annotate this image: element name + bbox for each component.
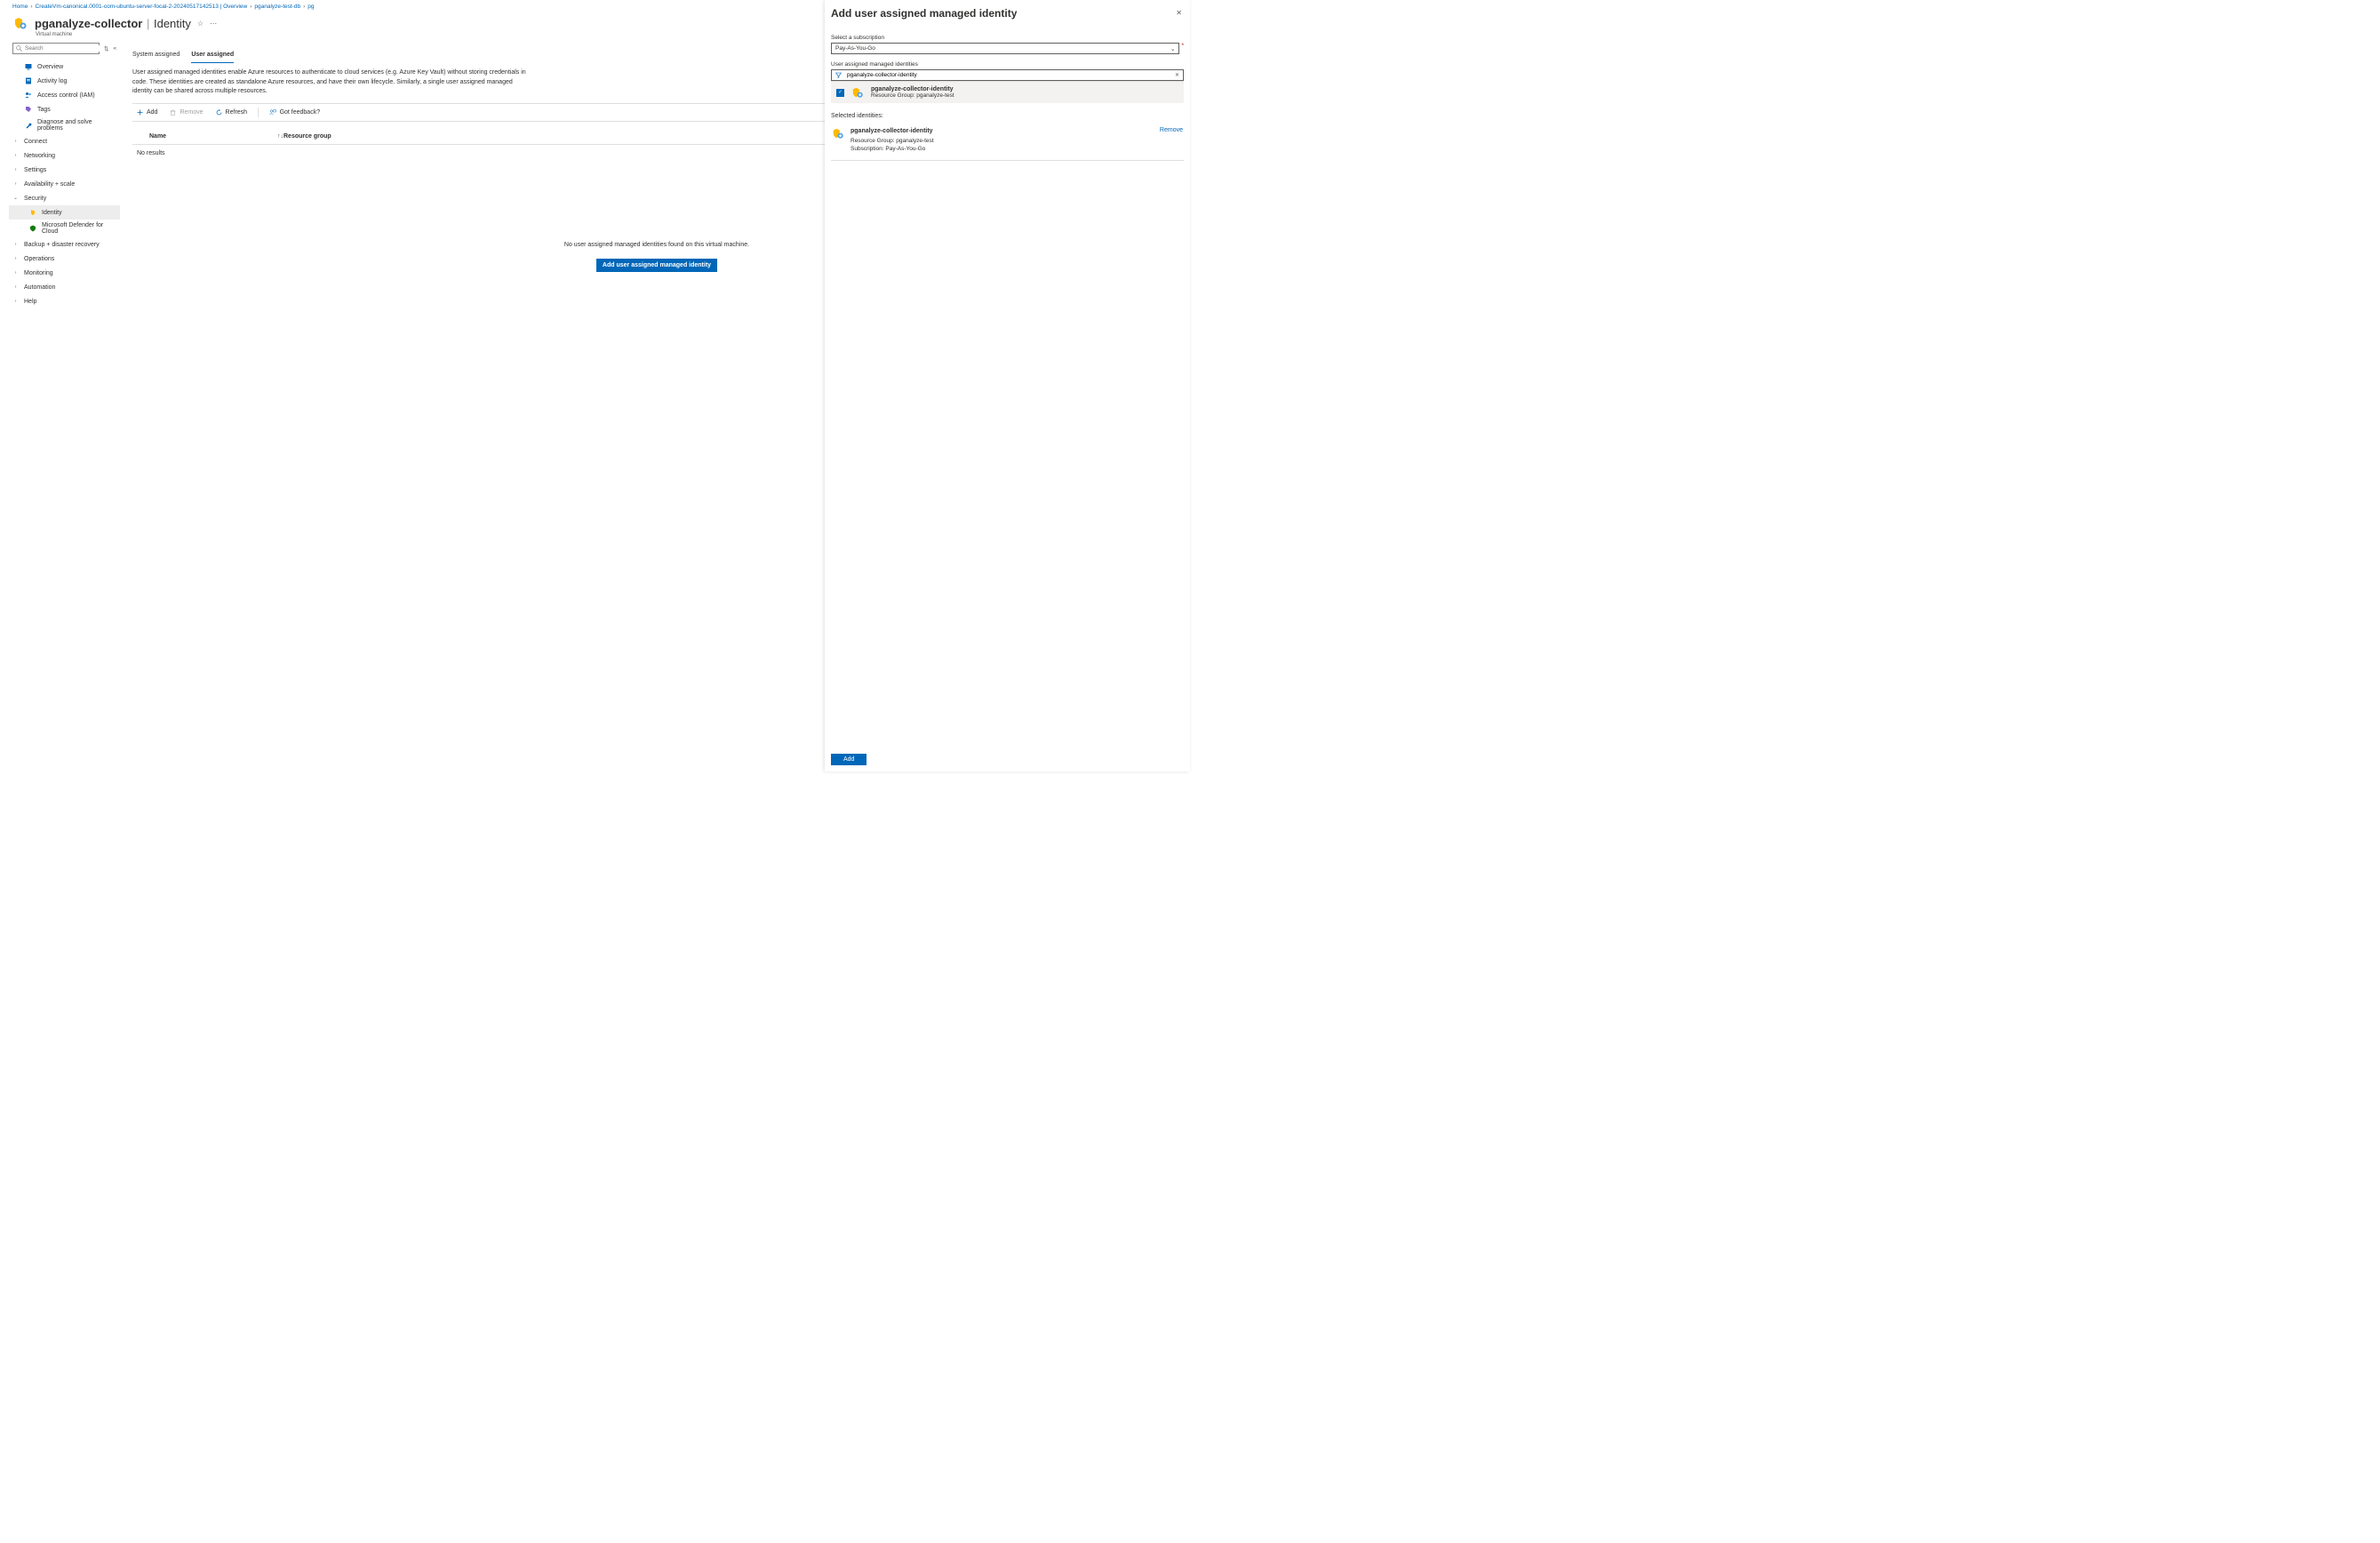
- chevron-right-icon: ›: [12, 167, 19, 172]
- result-name: pganalyze-collector-identity: [871, 86, 954, 92]
- required-indicator: *: [1181, 43, 1184, 49]
- sidebar-item-operations[interactable]: ›Operations: [9, 252, 120, 266]
- sidebar-item-defender[interactable]: Microsoft Defender for Cloud: [9, 220, 120, 237]
- identity-filter-input[interactable]: [847, 72, 1170, 78]
- sidebar-item-tags[interactable]: Tags: [9, 102, 120, 116]
- toolbar-feedback-button[interactable]: Got feedback?: [265, 108, 325, 117]
- sidebar-nav: Overview Activity log Access control (IA…: [9, 60, 120, 308]
- breadcrumb-createvm[interactable]: CreateVm-canonical.0001-com-ubuntu-serve…: [36, 4, 248, 10]
- toolbar-remove-button: Remove: [165, 108, 207, 117]
- plus-icon: [137, 109, 143, 116]
- identity-result-row[interactable]: ✓ pganalyze-collector-identity Resource …: [831, 81, 1184, 103]
- refresh-icon: [216, 109, 222, 116]
- feedback-icon: [269, 109, 276, 116]
- toolbar-separator: [258, 108, 259, 117]
- search-icon: [16, 45, 22, 52]
- chevron-right-icon: ›: [303, 4, 305, 10]
- chevron-right-icon: ›: [30, 4, 32, 10]
- sidebar-item-diagnose[interactable]: Diagnose and solve problems: [9, 116, 120, 134]
- sidebar-item-overview[interactable]: Overview: [9, 60, 120, 74]
- wrench-icon: [24, 122, 32, 129]
- panel-title: Add user assigned managed identity: [831, 7, 1017, 20]
- selected-identity-row: pganalyze-collector-identity Resource Gr…: [831, 124, 1184, 161]
- selected-resource-group: Resource Group: pganalyze-test: [851, 137, 1154, 146]
- chevron-right-icon: ›: [12, 181, 19, 187]
- tag-icon: [24, 106, 32, 113]
- subscription-label: Select a subscription: [831, 35, 1184, 41]
- uami-label: User assigned managed identities: [831, 61, 1184, 68]
- selected-name: pganalyze-collector-identity: [851, 127, 1154, 137]
- breadcrumb-db[interactable]: pganalyze-test-db: [254, 4, 300, 10]
- log-icon: [24, 77, 32, 84]
- people-icon: [24, 92, 32, 99]
- clear-icon[interactable]: ✕: [1175, 72, 1179, 78]
- sidebar-item-automation[interactable]: ›Automation: [9, 280, 120, 294]
- shield-icon: [28, 225, 36, 232]
- more-icon[interactable]: ⋯: [210, 20, 217, 28]
- identity-icon: [851, 86, 864, 99]
- sidebar-item-monitoring[interactable]: ›Monitoring: [9, 266, 120, 280]
- sidebar-item-backup[interactable]: ›Backup + disaster recovery: [9, 237, 120, 252]
- chevron-right-icon: ›: [12, 284, 19, 290]
- sidebar-item-help[interactable]: ›Help: [9, 294, 120, 308]
- tab-system-assigned[interactable]: System assigned: [132, 47, 180, 63]
- sort-icon[interactable]: ↑↓: [277, 133, 284, 140]
- chevron-right-icon: ›: [12, 242, 19, 247]
- close-icon[interactable]: ✕: [1174, 7, 1184, 19]
- table-col-name[interactable]: Name ↑↓: [132, 133, 284, 140]
- sidebar-item-availability[interactable]: ›Availability + scale: [9, 177, 120, 191]
- sidebar-item-identity[interactable]: Identity: [9, 205, 120, 220]
- star-icon[interactable]: ☆: [197, 20, 204, 28]
- collapse-icon[interactable]: «: [113, 45, 116, 52]
- toolbar-add-button[interactable]: Add: [132, 108, 162, 117]
- sidebar-item-security[interactable]: ⌄Security: [9, 191, 120, 205]
- chevron-right-icon: ›: [250, 4, 252, 10]
- add-identity-panel: Add user assigned managed identity ✕ Sel…: [825, 0, 1190, 772]
- chevron-down-icon: ⌄: [12, 196, 19, 201]
- result-resource-group: Resource Group: pganalyze-test: [871, 92, 954, 99]
- toolbar-refresh-button[interactable]: Refresh: [212, 108, 252, 117]
- breadcrumb-truncated: pg: [307, 4, 314, 10]
- tab-user-assigned[interactable]: User assigned: [191, 47, 234, 63]
- chevron-right-icon: ›: [12, 270, 19, 276]
- filter-icon: [835, 72, 842, 78]
- checkbox-checked-icon[interactable]: ✓: [836, 89, 844, 97]
- chevron-right-icon: ›: [12, 299, 19, 304]
- subscription-select[interactable]: Pay-As-You-Go ⌄: [831, 43, 1179, 54]
- sidebar-item-connect[interactable]: ›Connect: [9, 134, 120, 148]
- identity-icon: [832, 127, 844, 140]
- sidebar: ⇅ « Overview Activity log Access control…: [0, 43, 120, 308]
- selected-subscription: Subscription: Pay-As-You-Go: [851, 145, 1154, 154]
- trash-icon: [170, 109, 176, 116]
- sidebar-search-input[interactable]: [25, 45, 103, 52]
- sidebar-item-activity[interactable]: Activity log: [9, 74, 120, 88]
- remove-link[interactable]: Remove: [1160, 127, 1183, 133]
- monitor-icon: [24, 63, 32, 70]
- sidebar-search[interactable]: [12, 43, 100, 54]
- tab-description: User assigned managed identities enable …: [132, 68, 532, 97]
- expand-icon[interactable]: ⇅: [104, 45, 108, 52]
- chevron-right-icon: ›: [12, 153, 19, 158]
- sidebar-item-settings[interactable]: ›Settings: [9, 163, 120, 177]
- identity-resource-icon: [12, 15, 28, 31]
- selected-identities-header: Selected identities:: [831, 113, 1184, 119]
- chevron-down-icon: ⌄: [1170, 45, 1175, 52]
- page-title: pganalyze-collector | Identity: [35, 17, 191, 30]
- add-button[interactable]: Add: [831, 754, 867, 765]
- sidebar-item-iam[interactable]: Access control (IAM): [9, 88, 120, 102]
- identity-filter-box[interactable]: ✕: [831, 69, 1184, 81]
- breadcrumb-home[interactable]: Home: [12, 4, 28, 10]
- sidebar-item-networking[interactable]: ›Networking: [9, 148, 120, 163]
- chevron-right-icon: ›: [12, 139, 19, 144]
- empty-add-button[interactable]: Add user assigned managed identity: [596, 259, 717, 272]
- chevron-right-icon: ›: [12, 256, 19, 261]
- panel-footer: Add: [825, 749, 1190, 772]
- identity-icon: [28, 209, 36, 216]
